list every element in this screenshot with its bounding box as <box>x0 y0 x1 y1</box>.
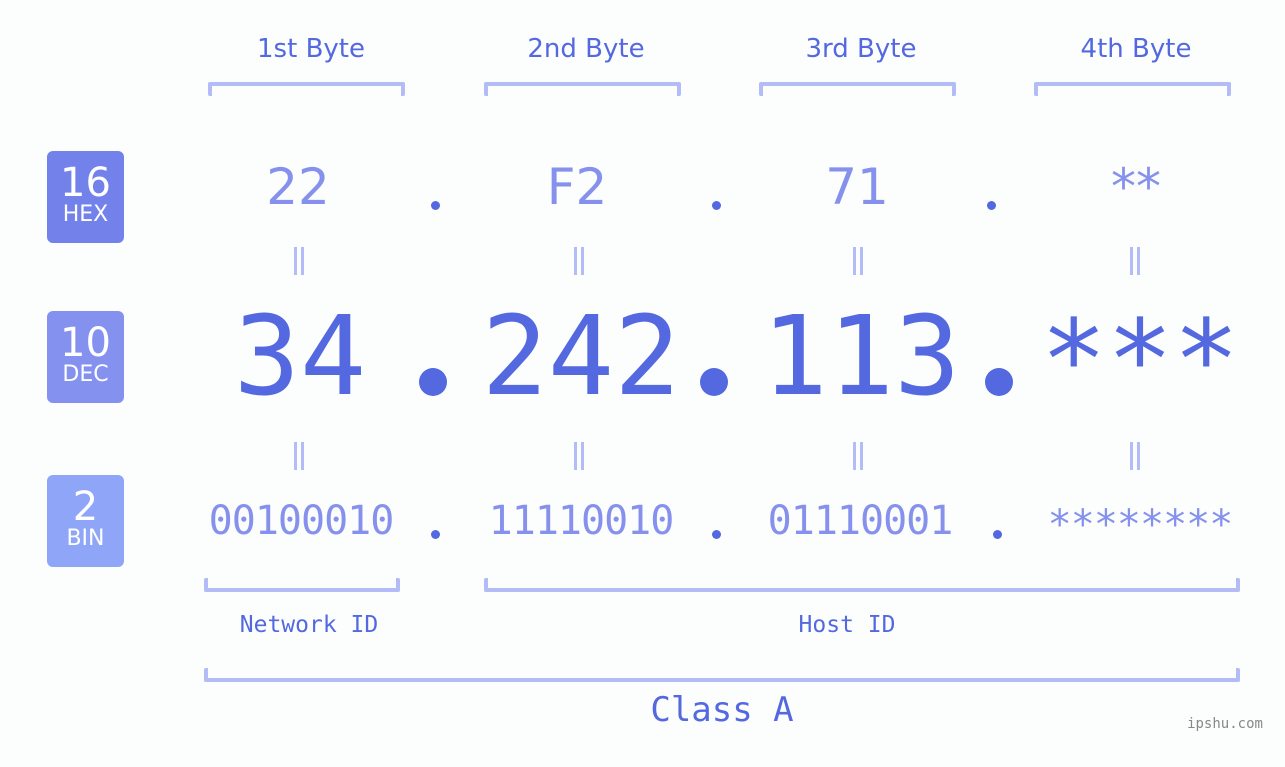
dec-badge-number: 10 <box>60 320 111 366</box>
bin-badge: 2 BIN <box>47 475 124 567</box>
dec-separator-dot <box>700 368 728 396</box>
bin-byte-2: 11110010 <box>488 498 675 544</box>
equals-icon <box>851 247 865 275</box>
class-label: Class A <box>650 690 794 730</box>
equals-icon <box>292 247 306 275</box>
equals-icon <box>572 247 586 275</box>
bin-badge-label: BIN <box>66 526 105 551</box>
equals-icon <box>292 442 306 470</box>
hex-byte-1: 22 <box>266 158 330 216</box>
hex-badge-number: 16 <box>60 160 111 206</box>
bin-separator-dot <box>431 530 440 539</box>
byte-header-4: 4th Byte <box>1080 34 1192 64</box>
equals-icon <box>1128 247 1142 275</box>
class-bracket <box>204 668 1240 682</box>
hex-badge-label: HEX <box>62 202 109 227</box>
byte-bracket-4 <box>1034 82 1231 96</box>
equals-icon <box>851 442 865 470</box>
bin-byte-1: 00100010 <box>208 498 395 544</box>
dec-byte-1: 34 <box>233 292 367 420</box>
dec-badge-label: DEC <box>62 362 109 387</box>
dec-separator-dot <box>985 368 1013 396</box>
host-id-label: Host ID <box>798 612 896 638</box>
hex-separator-dot <box>431 201 440 210</box>
hex-byte-2: F2 <box>546 158 608 216</box>
bin-separator-dot <box>712 530 721 539</box>
dec-byte-4: *** <box>1040 296 1240 424</box>
bin-byte-3: 01110001 <box>767 498 954 544</box>
host-id-bracket <box>484 578 1240 592</box>
bin-badge-number: 2 <box>72 484 99 530</box>
dec-badge: 10 DEC <box>47 311 124 403</box>
dec-byte-2: 242 <box>481 292 681 420</box>
equals-icon <box>572 442 586 470</box>
byte-bracket-2 <box>484 82 681 96</box>
byte-bracket-3 <box>759 82 956 96</box>
byte-header-2: 2nd Byte <box>527 34 645 64</box>
byte-header-1: 1st Byte <box>257 34 365 64</box>
network-id-bracket <box>204 578 400 592</box>
bin-separator-dot <box>993 530 1002 539</box>
dec-byte-3: 113 <box>761 292 961 420</box>
hex-byte-3: 71 <box>825 158 889 216</box>
network-id-label: Network ID <box>239 612 379 638</box>
equals-icon <box>1128 442 1142 470</box>
dec-separator-dot <box>419 368 447 396</box>
byte-header-3: 3rd Byte <box>805 34 917 64</box>
hex-separator-dot <box>987 201 996 210</box>
hex-separator-dot <box>712 201 721 210</box>
watermark: ipshu.com <box>1187 716 1263 732</box>
byte-bracket-1 <box>208 82 405 96</box>
hex-badge: 16 HEX <box>47 151 124 243</box>
bin-byte-4: ******** <box>1047 502 1234 548</box>
hex-byte-4: ** <box>1111 158 1161 216</box>
